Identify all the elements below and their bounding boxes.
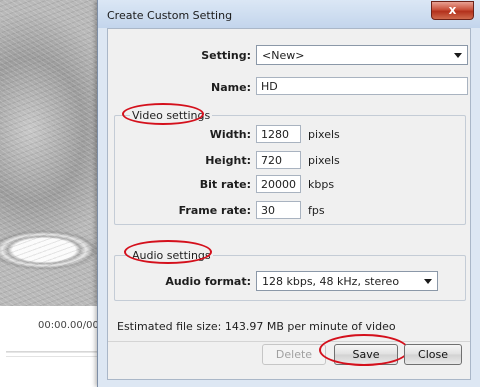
framerate-input[interactable]: 30 bbox=[256, 201, 301, 219]
delete-button[interactable]: Delete bbox=[262, 344, 326, 365]
name-input[interactable]: HD bbox=[256, 77, 468, 95]
player-seek-track[interactable] bbox=[6, 351, 100, 353]
framerate-label: Frame rate: bbox=[178, 204, 251, 217]
player-divider bbox=[6, 356, 100, 357]
audio-format-value: 128 kbps, 48 kHz, stereo bbox=[262, 275, 400, 288]
height-input[interactable]: 720 bbox=[256, 151, 301, 169]
player-timecode: 00:00.00/00: bbox=[38, 320, 100, 331]
create-custom-setting-dialog: Create Custom Setting x Setting: <New> N… bbox=[97, 0, 480, 387]
chevron-down-icon bbox=[454, 53, 462, 58]
bitrate-input[interactable]: 20000 bbox=[256, 175, 301, 193]
window-close-button[interactable]: x bbox=[431, 1, 474, 20]
annotation-circle-save bbox=[319, 334, 409, 366]
chevron-down-icon bbox=[424, 279, 432, 284]
audio-format-label: Audio format: bbox=[165, 275, 251, 288]
width-input[interactable]: 1280 bbox=[256, 125, 301, 143]
annotation-circle-video bbox=[122, 103, 204, 125]
close-button[interactable]: Close bbox=[404, 344, 462, 365]
button-separator bbox=[108, 341, 470, 342]
height-label: Height: bbox=[205, 154, 251, 167]
width-unit: pixels bbox=[308, 128, 340, 141]
audio-format-dropdown[interactable]: 128 kbps, 48 kHz, stereo bbox=[256, 271, 438, 291]
setting-dropdown[interactable]: <New> bbox=[256, 45, 468, 65]
bitrate-label: Bit rate: bbox=[199, 178, 251, 191]
dialog-titlebar[interactable]: Create Custom Setting x bbox=[98, 0, 480, 28]
estimated-file-size-text: Estimated file size: 143.97 MB per minut… bbox=[117, 320, 396, 333]
height-unit: pixels bbox=[308, 154, 340, 167]
annotation-circle-audio bbox=[124, 240, 212, 264]
video-frame-texture bbox=[0, 0, 100, 306]
setting-label: Setting: bbox=[201, 49, 251, 62]
video-preview bbox=[0, 0, 100, 306]
width-label: Width: bbox=[209, 128, 251, 141]
dialog-body: Setting: <New> Name: HD Video settings W… bbox=[107, 28, 471, 380]
bitrate-unit: kbps bbox=[308, 178, 335, 191]
framerate-unit: fps bbox=[308, 204, 325, 217]
name-label: Name: bbox=[211, 81, 251, 94]
dialog-title: Create Custom Setting bbox=[107, 9, 233, 22]
setting-dropdown-value: <New> bbox=[262, 49, 305, 62]
